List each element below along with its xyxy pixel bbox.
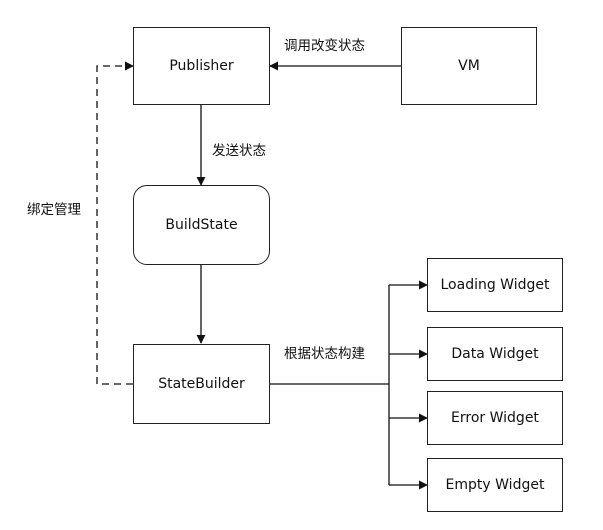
flow-diagram: Publisher VM BuildState StateBuilder Loa… xyxy=(0,0,603,530)
node-empty-widget-label: Empty Widget xyxy=(445,477,545,493)
edge-label-statebuilder-to-widgets: 根据状态构建 xyxy=(284,346,365,362)
node-publisher-label: Publisher xyxy=(169,58,234,74)
node-statebuilder: StateBuilder xyxy=(133,344,270,424)
node-buildstate: BuildState xyxy=(133,185,270,265)
node-vm: VM xyxy=(401,27,537,105)
node-error-widget: Error Widget xyxy=(427,391,563,445)
edge-label-binding: 绑定管理 xyxy=(27,202,81,218)
node-empty-widget: Empty Widget xyxy=(427,458,563,512)
node-error-widget-label: Error Widget xyxy=(451,410,539,426)
node-buildstate-label: BuildState xyxy=(165,217,238,233)
node-loading-widget: Loading Widget xyxy=(427,258,563,312)
node-publisher: Publisher xyxy=(133,27,270,105)
node-data-widget: Data Widget xyxy=(427,327,563,381)
node-data-widget-label: Data Widget xyxy=(451,346,539,362)
arrow-binding-dashed xyxy=(96,61,134,385)
node-statebuilder-label: StateBuilder xyxy=(158,376,245,392)
node-loading-widget-label: Loading Widget xyxy=(440,277,550,293)
edge-label-publisher-to-buildstate: 发送状态 xyxy=(212,143,266,159)
edge-label-vm-to-publisher: 调用改变状态 xyxy=(284,38,365,54)
node-vm-label: VM xyxy=(458,58,480,74)
